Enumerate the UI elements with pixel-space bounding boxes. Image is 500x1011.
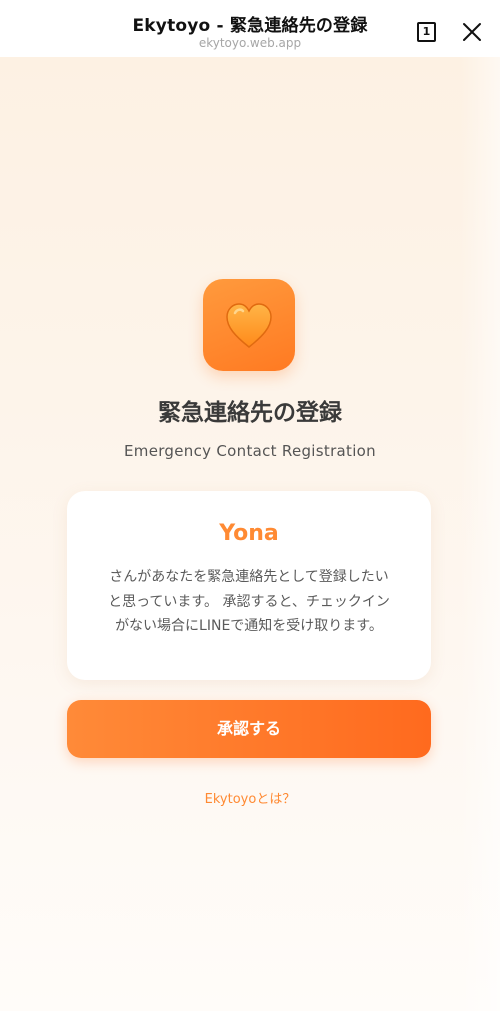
app-icon: [203, 279, 295, 371]
browser-topbar: Ekytoyo - 緊急連絡先の登録 ekytoyo.web.app 1: [0, 0, 500, 57]
tab-count-button[interactable]: 1: [417, 22, 436, 42]
heart-icon: [226, 303, 272, 348]
message-line: がない場合にLINEで通知を受け取ります。: [115, 618, 383, 634]
message-line: と思っています。 承認すると、チェックイン: [108, 593, 390, 610]
page-subtitle: Emergency Contact Registration: [124, 442, 376, 460]
about-ekytoyo-link[interactable]: Ekytoyoとは？: [0, 788, 500, 807]
close-icon[interactable]: [462, 22, 482, 42]
page-content: 緊急連絡先の登録 Emergency Contact Registration …: [0, 57, 500, 1011]
invitation-message: さんがあなたを緊急連絡先として登録したい と思っています。 承認すると、チェック…: [95, 565, 403, 639]
approve-button[interactable]: 承認する: [67, 700, 431, 758]
page-title: 緊急連絡先の登録: [158, 400, 342, 426]
invitation-card: Yona さんがあなたを緊急連絡先として登録したい と思っています。 承認すると…: [67, 491, 431, 680]
requester-name: Yona: [219, 521, 279, 546]
message-line: さんがあなたを緊急連絡先として登録したい: [109, 569, 389, 585]
